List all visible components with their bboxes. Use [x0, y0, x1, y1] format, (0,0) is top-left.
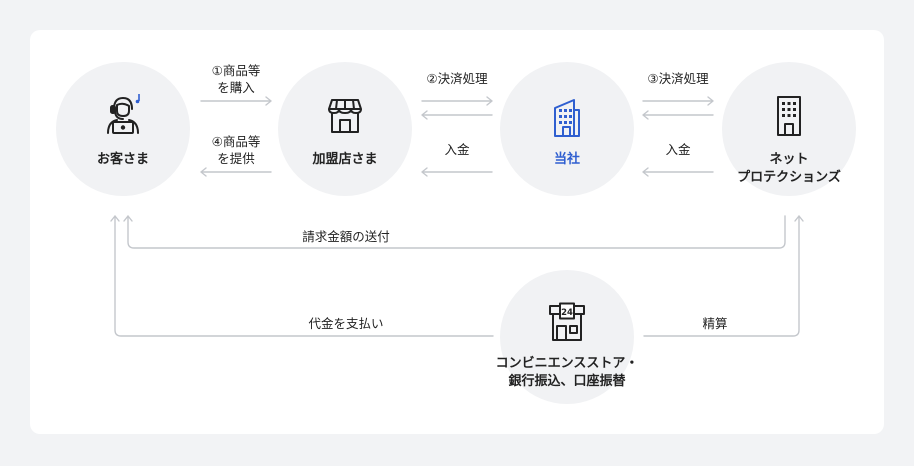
svg-text:24: 24: [561, 308, 573, 318]
invoice-label: 請求金額の送付: [302, 229, 390, 244]
arrow-provide: [200, 167, 272, 177]
step4-label-line2: を提供: [217, 151, 255, 166]
arrow-deposit-left-b: [421, 167, 493, 177]
customer-label: お客さま: [96, 152, 150, 167]
convenience-label-line1: コンビニエンスストア・: [495, 356, 639, 371]
deposit-left-label: 入金: [444, 142, 470, 157]
convenience-label-line2: 銀行振込、口座振替: [508, 374, 626, 389]
step1-label-line1: ①商品等: [211, 63, 261, 78]
office-building-icon: [554, 99, 580, 137]
arrow-deposit-right-b: [642, 167, 714, 177]
netprotections-label-line1: ネット: [769, 152, 809, 167]
step3-label: ③決済処理: [647, 71, 709, 86]
arrow-purchase: [200, 96, 272, 106]
storefront-icon: [328, 99, 362, 133]
convenience-store-24-icon: 24: [549, 302, 585, 341]
payment-label: 代金を支払い: [308, 316, 384, 331]
arrow-payment-process-3: [642, 96, 714, 106]
deposit-right-label: 入金: [665, 142, 691, 157]
building-icon: [777, 96, 801, 136]
arrow-payment-process-2: [421, 96, 493, 106]
netprotections-label-line2: プロテクションズ: [737, 170, 841, 185]
arrow-deposit-left: [421, 110, 493, 120]
arrow-deposit-right: [642, 110, 714, 120]
settlement-label: 精算: [702, 316, 728, 331]
step4-label-line1: ④商品等: [211, 134, 261, 149]
merchant-label: 加盟店さま: [312, 152, 378, 167]
step1-label-line2: を購入: [217, 80, 255, 95]
arrow-invoice: [123, 215, 786, 249]
company-label: 当社: [553, 152, 581, 167]
operator-headset-icon: [107, 94, 140, 134]
step2-label: ②決済処理: [426, 71, 488, 86]
